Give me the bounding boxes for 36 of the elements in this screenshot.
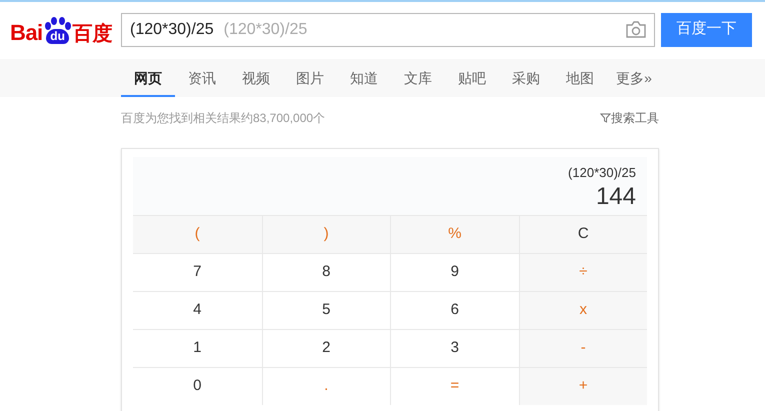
- calculator-key[interactable]: ÷: [518, 253, 647, 291]
- calculator-key[interactable]: 2: [262, 329, 390, 367]
- calculator-key[interactable]: ): [262, 215, 390, 253]
- logo-text: Bai: [10, 22, 43, 44]
- calculator-key[interactable]: =: [390, 367, 518, 405]
- nav-tab[interactable]: 文库: [391, 59, 445, 97]
- nav-tab[interactable]: 资讯: [175, 59, 229, 97]
- nav-tab[interactable]: 更多»: [607, 59, 661, 97]
- result-text: 144: [596, 182, 636, 210]
- calculator-key[interactable]: 3: [390, 329, 518, 367]
- result-count: 百度为您找到相关结果约83,700,000个: [121, 110, 326, 127]
- expression-text: (120*30)/25: [568, 164, 636, 182]
- filter-icon: [600, 113, 611, 123]
- calculator-key[interactable]: -: [518, 329, 647, 367]
- calculator-key[interactable]: 8: [262, 253, 390, 291]
- nav-tab[interactable]: 采购: [499, 59, 553, 97]
- calculator-key[interactable]: (: [133, 215, 262, 253]
- search-field[interactable]: (120*30)/25 (120*30)/25: [121, 12, 655, 46]
- nav-tab[interactable]: 地图: [553, 59, 607, 97]
- calculator-key[interactable]: 6: [390, 291, 518, 329]
- search-button[interactable]: 百度一下: [661, 12, 752, 46]
- nav-tab[interactable]: 知道: [337, 59, 391, 97]
- calculator-key[interactable]: 9: [390, 253, 518, 291]
- camera-icon[interactable]: [626, 21, 646, 38]
- nav-tab[interactable]: 视频: [229, 59, 283, 97]
- calculator-key[interactable]: C: [518, 215, 647, 253]
- calculator-key[interactable]: .: [262, 367, 390, 405]
- nav-tab[interactable]: 网页: [121, 59, 175, 97]
- calculator-key[interactable]: x: [518, 291, 647, 329]
- search-tools-link[interactable]: 搜索工具: [600, 109, 659, 127]
- calculator-key[interactable]: %: [390, 215, 518, 253]
- nav-tab[interactable]: 贴吧: [445, 59, 499, 97]
- nav-tab[interactable]: 图片: [283, 59, 337, 97]
- logo-text: 百度: [72, 24, 113, 44]
- calculator-key[interactable]: 5: [262, 291, 390, 329]
- calculator-key[interactable]: +: [518, 367, 647, 405]
